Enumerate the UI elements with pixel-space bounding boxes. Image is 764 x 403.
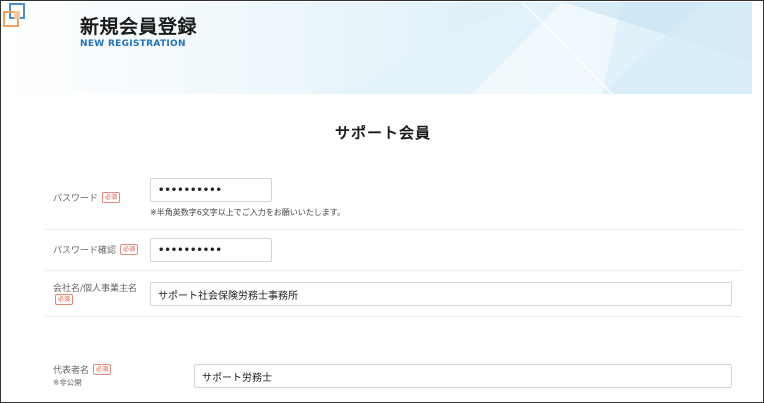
- representative-name-input[interactable]: サポート労務士: [194, 364, 732, 388]
- required-badge: 必須: [102, 192, 121, 203]
- password-confirm-label-group: パスワード確認 必須: [53, 243, 139, 256]
- page-subtitle: NEW REGISTRATION: [80, 39, 186, 49]
- required-badge: 必須: [55, 294, 74, 305]
- section-title: サポート会員: [334, 124, 431, 142]
- page-title: 新規会員登録: [80, 16, 198, 38]
- representative-label: 代表者名: [53, 366, 90, 376]
- password-confirm-input[interactable]: ••••••••••: [150, 238, 272, 262]
- password-label: パスワード: [53, 194, 99, 204]
- row-divider: [45, 229, 742, 230]
- page-frame: 新規会員登録 NEW REGISTRATION サポート会員 パスワード 必須 …: [0, 0, 764, 403]
- password-input[interactable]: ••••••••••: [150, 178, 272, 202]
- logo-icon: [3, 3, 25, 27]
- row-divider: [45, 316, 742, 317]
- header-banner: 新規会員登録 NEW REGISTRATION: [2, 2, 752, 94]
- company-label: 会社名/個人事業主名: [53, 284, 138, 294]
- company-name-input[interactable]: サポート社会保険労務士事務所: [150, 282, 732, 306]
- representative-label-group: 代表者名 必須: [53, 363, 112, 376]
- required-badge: 必須: [120, 244, 139, 255]
- password-help-text: ※半角英数字6文字以上でご入力をお願いいたします。: [150, 208, 345, 217]
- required-badge: 必須: [93, 364, 112, 375]
- password-label-group: パスワード 必須: [53, 191, 121, 204]
- company-required-group: 必須: [55, 294, 74, 305]
- row-divider: [45, 270, 742, 271]
- password-confirm-label: パスワード確認: [53, 246, 117, 256]
- representative-private-note: ※非公開: [53, 378, 82, 387]
